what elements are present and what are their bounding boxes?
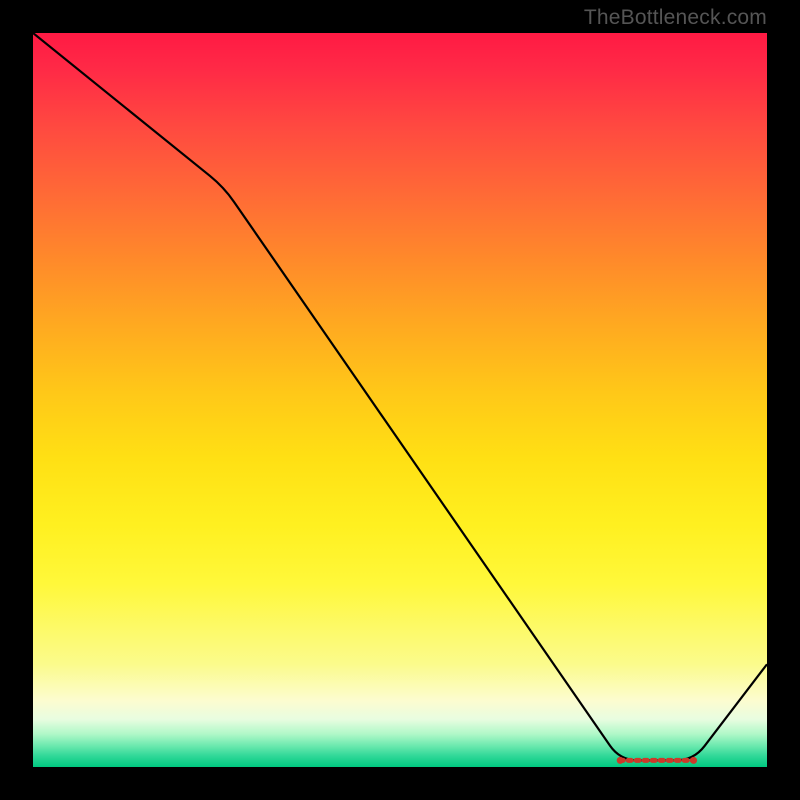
curve-line <box>33 33 767 760</box>
plot-area <box>33 33 767 767</box>
optimal-segment-endpoint <box>690 757 697 764</box>
bottleneck-curve <box>33 33 767 760</box>
optimal-segment <box>617 757 697 764</box>
optimal-segment-endpoint <box>617 757 624 764</box>
watermark-label: TheBottleneck.com <box>584 6 767 30</box>
chart-container: TheBottleneck.com <box>0 0 800 800</box>
chart-svg <box>33 33 767 767</box>
